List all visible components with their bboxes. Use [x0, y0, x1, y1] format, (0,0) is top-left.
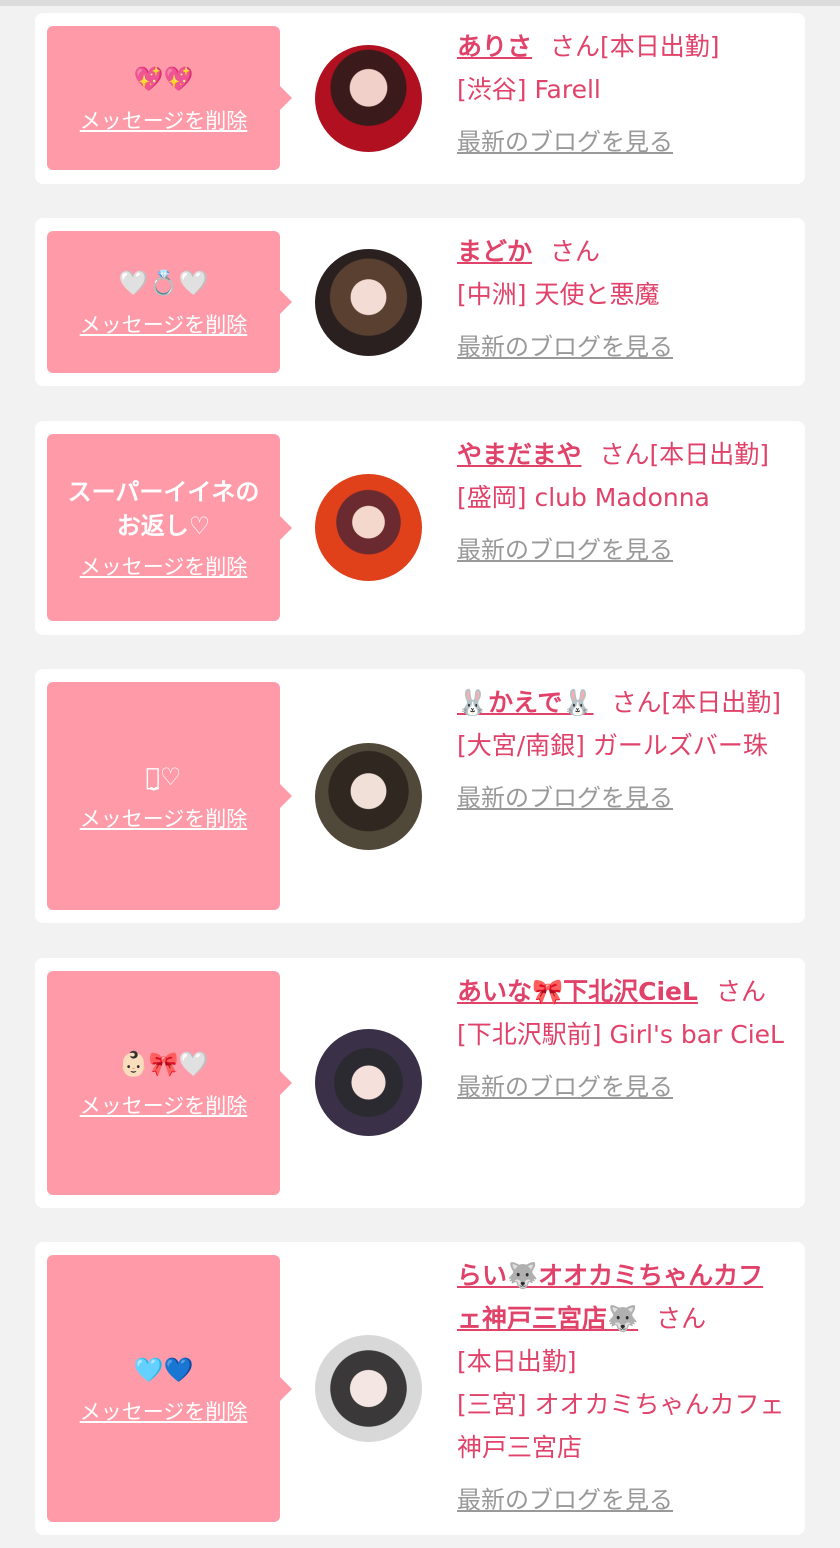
profile-info: 🐰かえで🐰 さん[本日出勤] [大宮/南銀] ガールズバー珠 最新のブログを見る: [457, 681, 787, 820]
avatar[interactable]: [315, 45, 422, 152]
shop-name: [中洲] 天使と悪魔: [457, 280, 660, 309]
message-bubble: 🤍💍🤍 メッセージを削除: [47, 231, 292, 373]
message-text: ꪔ̤̮♡: [145, 763, 182, 791]
profile-info: あいな🎀下北沢CieL さん [下北沢駅前] Girl's bar CieL 最新…: [457, 970, 787, 1109]
blog-link[interactable]: 最新のブログを見る: [457, 777, 673, 820]
profile-name-link[interactable]: まどか: [457, 237, 532, 266]
list-item: ꪔ̤̮♡ メッセージを削除 🐰かえで🐰 さん[本日出勤] [大宮/南銀] ガールズ…: [35, 669, 805, 923]
profile-name-link[interactable]: 🐰かえで🐰: [457, 688, 594, 717]
profile-info: ありさ さん[本日出勤] [渋谷] Farell 最新のブログを見る: [457, 25, 787, 164]
shop-name: [渋谷] Farell: [457, 75, 601, 104]
profile-name-link[interactable]: ありさ: [457, 32, 532, 61]
message-text: 🩵💙: [133, 1355, 194, 1384]
status-badge: [本日出勤]: [661, 688, 782, 717]
avatar[interactable]: [315, 1335, 422, 1442]
message-text: 💖💖: [133, 65, 194, 93]
top-divider: [0, 0, 840, 6]
delete-message-link[interactable]: メッセージを削除: [80, 803, 248, 833]
status-badge: [本日出勤]: [649, 440, 770, 469]
blog-link[interactable]: 最新のブログを見る: [457, 529, 673, 572]
profile-info: やまだまや さん[本日出勤] [盛岡] club Madonna 最新のブログを見…: [457, 433, 787, 572]
honorific: さん: [599, 440, 650, 469]
message-bubble: スーパーイイネのお返し♡ メッセージを削除: [47, 434, 292, 621]
blog-link[interactable]: 最新のブログを見る: [457, 1479, 673, 1522]
message-text: スーパーイイネのお返し♡: [67, 477, 260, 540]
profile-name-link[interactable]: やまだまや: [457, 440, 582, 469]
avatar[interactable]: [315, 249, 422, 356]
delete-message-link[interactable]: メッセージを削除: [80, 309, 248, 339]
message-text: 🤍💍🤍: [118, 269, 209, 297]
status-badge: [本日出勤]: [457, 1347, 577, 1376]
list-item: 🤍💍🤍 メッセージを削除 まどか さん [中洲] 天使と悪魔 最新のブログを見る: [35, 218, 805, 386]
shop-name: [盛岡] club Madonna: [457, 483, 710, 512]
honorific: さん: [550, 237, 601, 266]
profile-info: まどか さん [中洲] 天使と悪魔 最新のブログを見る: [457, 230, 787, 369]
blog-link[interactable]: 最新のブログを見る: [457, 326, 673, 369]
profile-name-link[interactable]: あいな🎀下北沢CieL: [457, 977, 698, 1006]
list-item: 💖💖 メッセージを削除 ありさ さん[本日出勤] [渋谷] Farell 最新のブ…: [35, 13, 805, 184]
avatar[interactable]: [315, 1029, 422, 1136]
status-badge: [本日出勤]: [600, 32, 720, 61]
blog-link[interactable]: 最新のブログを見る: [457, 1066, 673, 1109]
delete-message-link[interactable]: メッセージを削除: [80, 105, 248, 135]
honorific: さん: [611, 688, 662, 717]
honorific: さん: [656, 1304, 707, 1333]
message-bubble: ꪔ̤̮♡ メッセージを削除: [47, 682, 292, 910]
delete-message-link[interactable]: メッセージを削除: [80, 551, 248, 581]
avatar[interactable]: [315, 474, 422, 581]
shop-name: [三宮] オオカミちゃんカフェ神戸三宮店: [457, 1390, 785, 1462]
blog-link[interactable]: 最新のブログを見る: [457, 121, 673, 164]
shop-name: [下北沢駅前] Girl's bar CieL: [457, 1020, 784, 1049]
profile-name-link[interactable]: らい🐺オオカミちゃんカフェ神戸三宮店🐺: [457, 1261, 763, 1333]
message-bubble: 🩵💙 メッセージを削除: [47, 1255, 292, 1522]
message-bubble: 💖💖 メッセージを削除: [47, 26, 292, 170]
list-item: 🩵💙 メッセージを削除 らい🐺オオカミちゃんカフェ神戸三宮店🐺 さん [本日出勤] …: [35, 1242, 805, 1535]
avatar[interactable]: [315, 743, 422, 850]
message-text: 👶🏻🎀🤍: [118, 1050, 209, 1078]
profile-info: らい🐺オオカミちゃんカフェ神戸三宮店🐺 さん [本日出勤] [三宮] オオカミちゃん…: [457, 1254, 787, 1522]
list-item: スーパーイイネのお返し♡ メッセージを削除 やまだまや さん[本日出勤] [盛岡]…: [35, 421, 805, 635]
delete-message-link[interactable]: メッセージを削除: [80, 1396, 248, 1426]
message-bubble: 👶🏻🎀🤍 メッセージを削除: [47, 971, 292, 1195]
list-item: 👶🏻🎀🤍 メッセージを削除 あいな🎀下北沢CieL さん [下北沢駅前] Girl…: [35, 958, 805, 1208]
delete-message-link[interactable]: メッセージを削除: [80, 1090, 248, 1120]
shop-name: [大宮/南銀] ガールズバー珠: [457, 731, 768, 760]
honorific: さん: [550, 32, 601, 61]
honorific: さん: [715, 977, 766, 1006]
